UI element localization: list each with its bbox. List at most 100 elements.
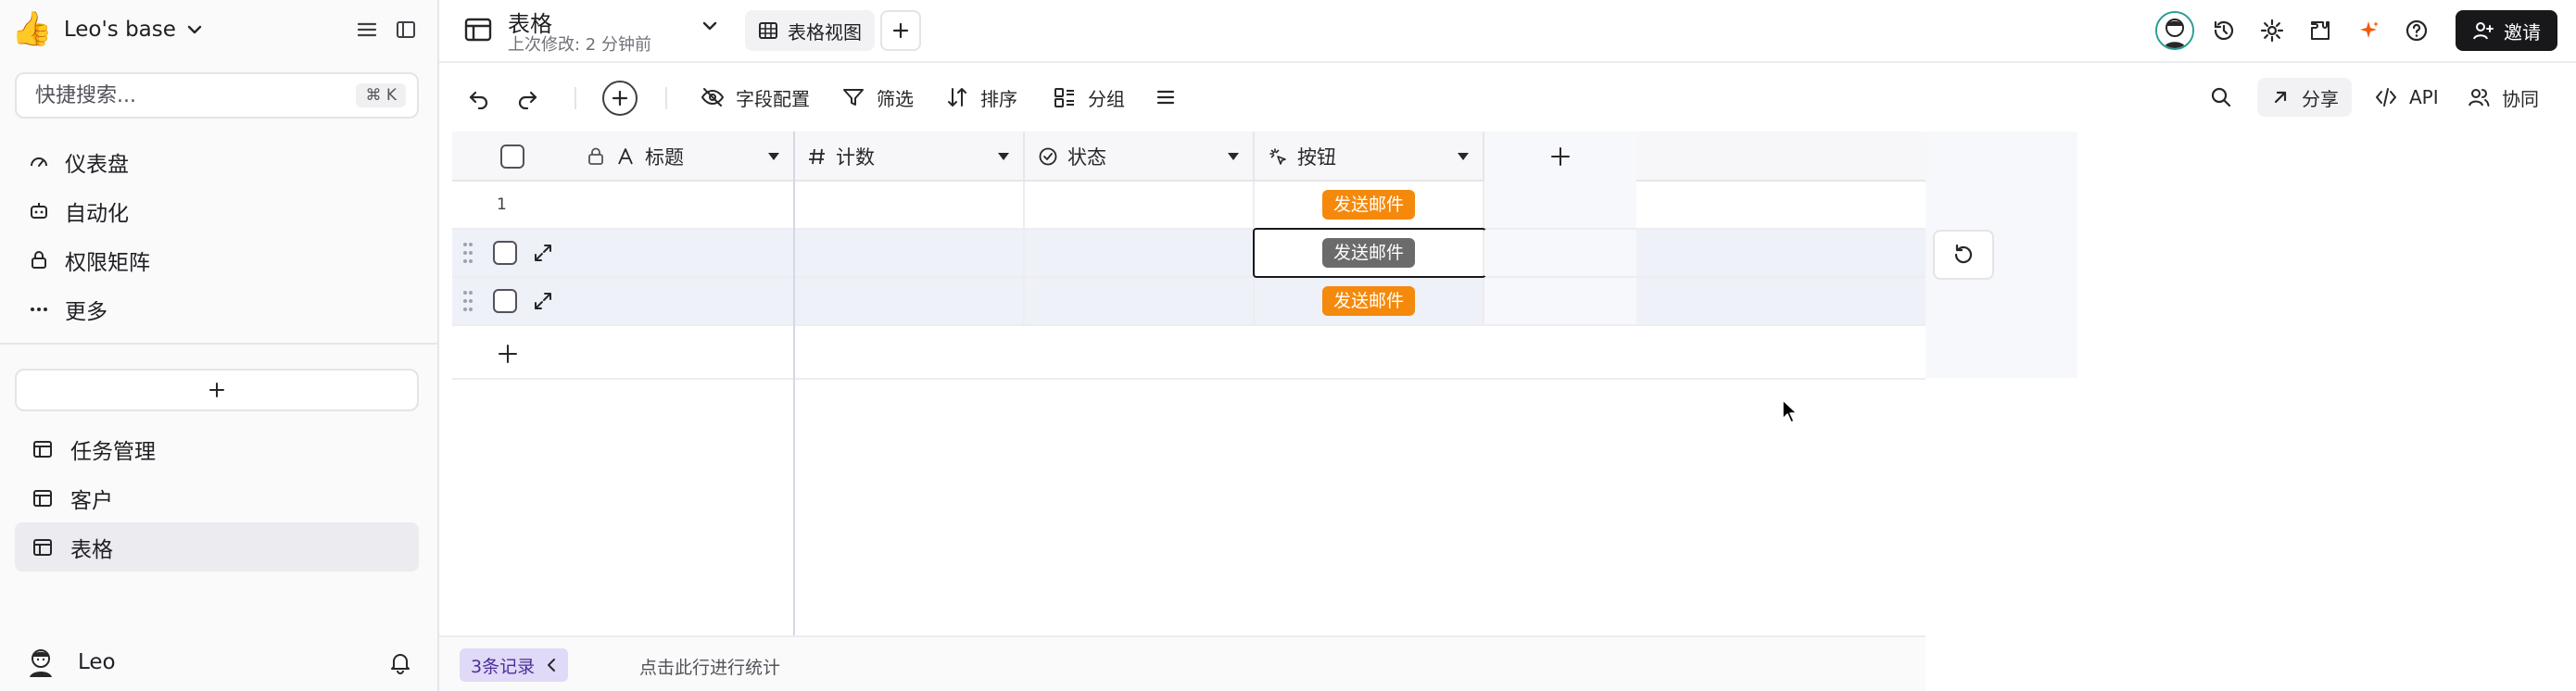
plus-icon [1549,145,1572,168]
caret-down-icon[interactable] [1457,152,1470,161]
caret-down-icon[interactable] [767,152,780,161]
plugin-icon[interactable] [2302,12,2339,49]
history-icon[interactable] [2205,12,2242,49]
column-label: 计数 [836,146,875,169]
column-header-count[interactable]: 计数 [795,132,1025,182]
status-field-icon [1038,146,1058,167]
statistics-bar: 3条记录 点击此行进行统计 [439,635,1926,691]
column-header-button[interactable]: 按钮 [1255,132,1484,182]
add-row-button[interactable] [452,330,1926,380]
status-cell[interactable] [1025,182,1255,228]
table-row[interactable]: 1 发送邮件 [452,182,1926,230]
add-view-button[interactable] [880,10,921,51]
toolbar-divider [575,87,576,109]
number-field-icon [808,147,827,166]
search-icon[interactable] [2209,78,2233,117]
drag-handle-icon[interactable] [461,288,474,314]
sidebar-item-more[interactable]: 更多 [15,284,419,333]
row-controls [452,288,554,314]
button-cell-active[interactable]: 发送邮件 [1253,228,1486,278]
row-height-icon[interactable] [1155,78,1177,117]
expand-record-icon[interactable] [532,242,554,264]
table-list: 任务管理 客户 表格 [15,424,419,572]
status-cell[interactable] [1025,278,1255,324]
collapse-sidebar-icon[interactable] [393,17,419,43]
sidebar-item-label: 权限矩阵 [65,250,150,275]
expand-record-icon[interactable] [532,290,554,312]
avatar[interactable] [24,646,57,679]
sidebar-item-table[interactable]: 表格 [15,522,419,572]
status-cell[interactable] [1025,230,1255,276]
row-checkbox[interactable] [493,241,517,265]
row-controls-cell [452,230,795,276]
invite-button[interactable]: 邀请 [2456,10,2557,51]
table-icon [30,485,56,511]
send-email-button[interactable]: 发送邮件 [1321,286,1415,316]
menu-list-icon[interactable] [354,17,380,43]
tab-grid-view[interactable]: 表格视图 [745,10,875,51]
grid-header: 标题 计数 状态 按钮 [452,132,1926,182]
record-count-badge[interactable]: 3条记录 [460,648,569,682]
refresh-button[interactable] [1933,230,1994,280]
grid-view-icon [758,20,778,41]
chevron-down-icon[interactable] [701,17,719,35]
sidebar-item-customers[interactable]: 客户 [15,473,419,522]
avatar[interactable] [2155,11,2194,50]
button-cell[interactable]: 发送邮件 [1255,278,1484,324]
column-label: 标题 [645,146,684,169]
sort-button[interactable]: 排序 [945,78,1017,117]
toolbar-divider [665,87,667,109]
gear-icon[interactable] [2254,12,2291,49]
share-button[interactable]: 分享 [2257,78,2352,117]
button-cell[interactable]: 发送邮件 [1255,182,1484,228]
eye-off-icon [701,85,725,109]
count-cell[interactable] [795,230,1025,276]
filter-button[interactable]: 筛选 [841,78,914,117]
workspace-switcher[interactable]: 👍 Leo's base [11,9,204,50]
table-row[interactable]: 发送邮件 [452,278,1926,326]
frozen-column-divider[interactable] [793,132,795,691]
select-all-checkbox[interactable] [500,144,524,169]
row-checkbox[interactable] [493,289,517,313]
add-record-button[interactable] [602,81,638,116]
group-button[interactable]: 分组 [1053,78,1125,117]
redo-icon[interactable] [515,78,539,117]
undo-icon[interactable] [467,78,491,117]
column-header-status[interactable]: 状态 [1025,132,1255,182]
caret-down-icon[interactable] [1227,152,1240,161]
drag-handle-icon[interactable] [461,240,474,266]
send-email-button[interactable]: 发送邮件 [1321,190,1415,220]
field-config-label: 字段配置 [736,87,810,110]
statistics-hint[interactable]: 点击此行进行统计 [639,654,780,679]
sidebar-item-dashboard[interactable]: 仪表盘 [15,137,419,186]
help-icon[interactable] [2398,12,2435,49]
group-icon [1053,85,1077,109]
lock-icon [586,146,606,167]
more-dots-icon [26,296,52,322]
caret-down-icon[interactable] [997,152,1010,161]
table-row[interactable]: 发送邮件 [452,228,1926,278]
count-cell[interactable] [795,278,1025,324]
code-icon [2374,85,2398,109]
ai-sparkle-icon[interactable] [2350,12,2387,49]
sidebar-item-task-management[interactable]: 任务管理 [15,424,419,473]
bell-icon[interactable] [387,649,413,675]
add-column-button[interactable] [1484,132,1636,182]
column-header-title[interactable]: 标题 [573,132,795,182]
sidebar-item-permission-matrix[interactable]: 权限矩阵 [15,235,419,284]
table-icon [30,534,56,560]
quick-search[interactable]: ⌘ K [15,72,419,119]
count-cell[interactable] [795,182,1025,228]
table-icon [463,15,493,44]
field-config-button[interactable]: 字段配置 [701,78,810,117]
plus-icon [208,381,226,399]
quick-search-input[interactable] [35,83,357,107]
sidebar-item-label: 自动化 [65,201,129,226]
sort-label: 排序 [980,87,1017,110]
sidebar-item-automation[interactable]: 自动化 [15,186,419,235]
collaborate-button[interactable]: 协同 [2467,78,2539,117]
api-button[interactable]: API [2374,78,2439,117]
add-table-button[interactable] [15,369,419,411]
gauge-icon [26,149,52,175]
grid-view: 标题 计数 状态 按钮 1 发送邮件 发送邮件 发送邮件 3条记录 点击此行进行… [439,132,2576,691]
